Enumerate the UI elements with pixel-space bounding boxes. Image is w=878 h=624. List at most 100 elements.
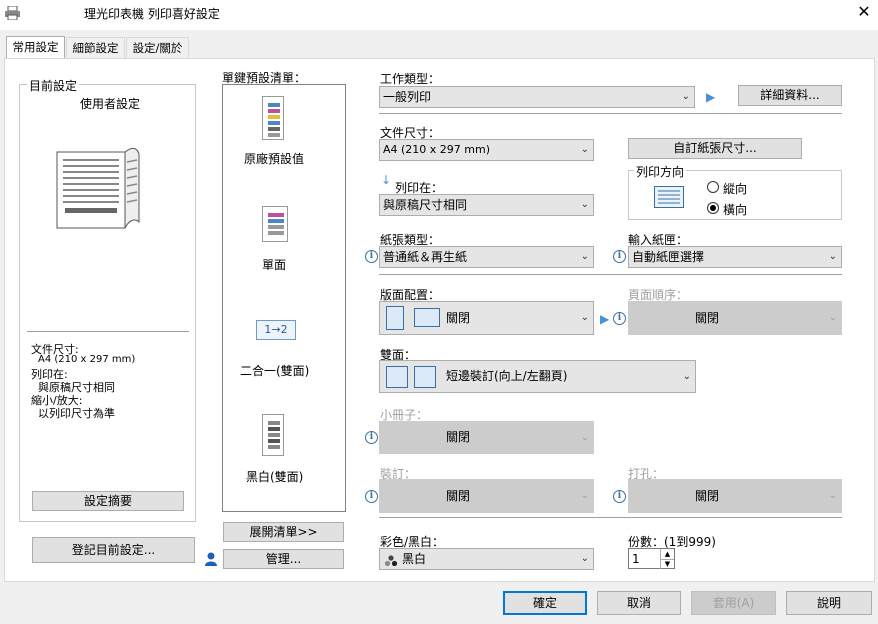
apply-button[interactable]: 套用(A) (691, 591, 776, 615)
settings-summary-button[interactable]: 設定摘要 (32, 491, 184, 511)
booklet-select[interactable]: 關閉 ⌄ (379, 421, 594, 454)
preset-label: 二合一(雙面) (240, 364, 310, 378)
chevron-down-icon: ⌄ (580, 553, 589, 564)
landscape-label: 橫向 (723, 203, 748, 217)
portrait-label: 縱向 (723, 182, 748, 196)
copies-stepper-up[interactable]: ▲ (660, 549, 674, 559)
doc-size-value: A4 (210 x 297 mm) (383, 143, 491, 156)
section-divider (379, 113, 842, 114)
chevron-down-icon: ⌄ (580, 251, 589, 262)
document-preview-icon (55, 142, 143, 230)
preset-label: 原廠預設值 (244, 152, 305, 166)
preset-factory-default[interactable]: 原廠預設值 (224, 92, 344, 174)
summary-doc-size-value: A4 (210 x 297 mm) (38, 354, 136, 365)
color-select[interactable]: 黑白 ⌄ (379, 548, 594, 570)
staple-value: 關閉 (446, 489, 471, 503)
chevron-down-icon: ⌄ (828, 490, 837, 501)
help-button[interactable]: 說明 (786, 591, 872, 615)
ok-button[interactable]: 確定 (503, 591, 587, 615)
print-on-value: 與原稿尺寸相同 (383, 198, 468, 212)
input-tray-select[interactable]: 自動紙匣選擇 ⌄ (628, 246, 842, 268)
portrait-radio[interactable] (707, 181, 719, 193)
color-value: 黑白 (402, 552, 427, 566)
chevron-down-icon: ⌄ (681, 91, 690, 102)
layout-value: 關閉 (446, 311, 471, 325)
chevron-down-icon: ⌄ (580, 432, 589, 443)
orientation-label: 列印方向 (634, 163, 687, 180)
paper-type-select[interactable]: 普通紙＆再生紙 ⌄ (379, 246, 594, 268)
copies-input[interactable]: 1 ▲ ▼ (628, 548, 675, 569)
landscape-page-icon (654, 186, 684, 208)
window-title: 理光印表機 列印喜好設定 (84, 7, 220, 21)
chevron-down-icon: ⌄ (580, 199, 589, 210)
factory-default-icon (262, 96, 284, 140)
punch-select[interactable]: 關閉 ⌄ (628, 479, 842, 513)
single-page-layout-icon (386, 306, 404, 330)
copies-stepper-down[interactable]: ▼ (660, 559, 674, 569)
user-icon (205, 552, 217, 566)
copies-value: 1 (632, 552, 640, 566)
paper-type-value: 普通紙＆再生紙 (383, 250, 468, 264)
info-icon[interactable]: i (613, 312, 626, 325)
preset-mono-duplex[interactable]: 黑白(雙面) (224, 412, 344, 486)
tab-detail[interactable]: 細節設定 (66, 37, 125, 58)
page-order-value: 關閉 (695, 311, 720, 325)
user-setting-label: 使用者設定 (80, 97, 141, 111)
manage-button[interactable]: 管理... (223, 549, 344, 569)
tab-settings-about[interactable]: 設定/關於 (126, 37, 189, 58)
booklet-value: 關閉 (446, 430, 471, 444)
section-divider (379, 274, 842, 275)
register-current-settings-button[interactable]: 登記目前設定... (32, 537, 195, 563)
mono-color-icon (384, 553, 398, 567)
job-type-label: 工作類型： (380, 72, 441, 86)
staple-select[interactable]: 關閉 ⌄ (379, 479, 594, 513)
section-divider (379, 517, 842, 518)
chevron-down-icon: ⌄ (828, 312, 837, 323)
punch-value: 關閉 (695, 489, 720, 503)
chevron-down-icon: ⌄ (682, 371, 691, 382)
cancel-button[interactable]: 取消 (597, 591, 681, 615)
layout-select[interactable]: 關閉 ⌄ (379, 301, 594, 335)
chevron-down-icon: ⌄ (580, 490, 589, 501)
info-icon[interactable]: i (365, 431, 378, 444)
chevron-down-icon: ⌄ (580, 144, 589, 155)
preset-label: 單面 (262, 258, 287, 272)
page-order-select[interactable]: 關閉 ⌄ (628, 301, 842, 335)
landscape-layout-icon (414, 308, 440, 327)
arrow-right-icon: ▶ (706, 90, 716, 104)
doc-size-select[interactable]: A4 (210 x 297 mm) ⌄ (379, 139, 594, 161)
duplex-flip-left-icon (414, 366, 436, 388)
duplex-flip-up-icon (386, 366, 408, 388)
print-on-arrow-icon: ↓ (381, 173, 392, 187)
summary-scale-value: 以列印尺寸為準 (38, 407, 115, 420)
duplex-value: 短邊裝訂(向上/左翻頁) (446, 369, 568, 383)
current-settings-label: 目前設定 (27, 77, 80, 94)
custom-paper-size-button[interactable]: 自訂紙張尺寸... (628, 138, 802, 159)
expand-list-button[interactable]: 展開清單>> (223, 522, 344, 542)
info-icon[interactable]: i (365, 490, 378, 503)
single-sided-icon (262, 206, 288, 242)
two-up-icon: 1→2 (256, 320, 296, 340)
preset-2up-duplex[interactable]: 1→2 二合一(雙面) (224, 318, 344, 388)
print-on-select[interactable]: 與原稿尺寸相同 ⌄ (379, 194, 594, 216)
chevron-down-icon: ⌄ (580, 312, 589, 323)
preset-label: 黑白(雙面) (246, 470, 304, 484)
preset-single-sided[interactable]: 單面 (224, 204, 344, 274)
printer-icon (5, 5, 20, 21)
title-bar: 理光印表機 列印喜好設定 ✕ (0, 0, 878, 30)
info-icon[interactable]: i (613, 490, 626, 503)
tab-common[interactable]: 常用設定 (6, 36, 65, 59)
chevron-down-icon: ⌄ (828, 251, 837, 262)
close-icon[interactable]: ✕ (855, 2, 873, 21)
duplex-select[interactable]: 短邊裝訂(向上/左翻頁) ⌄ (379, 360, 696, 393)
arrow-right-icon: ▶ (600, 312, 610, 326)
info-icon[interactable]: i (613, 250, 626, 263)
job-type-value: 一般列印 (383, 90, 432, 104)
info-icon[interactable]: i (365, 250, 378, 263)
mono-duplex-icon (262, 414, 284, 456)
landscape-radio[interactable] (707, 202, 719, 214)
summary-divider (27, 331, 189, 332)
job-type-select[interactable]: 一般列印 ⌄ (379, 86, 695, 108)
details-button[interactable]: 詳細資料... (738, 85, 842, 106)
input-tray-value: 自動紙匣選擇 (632, 250, 705, 264)
